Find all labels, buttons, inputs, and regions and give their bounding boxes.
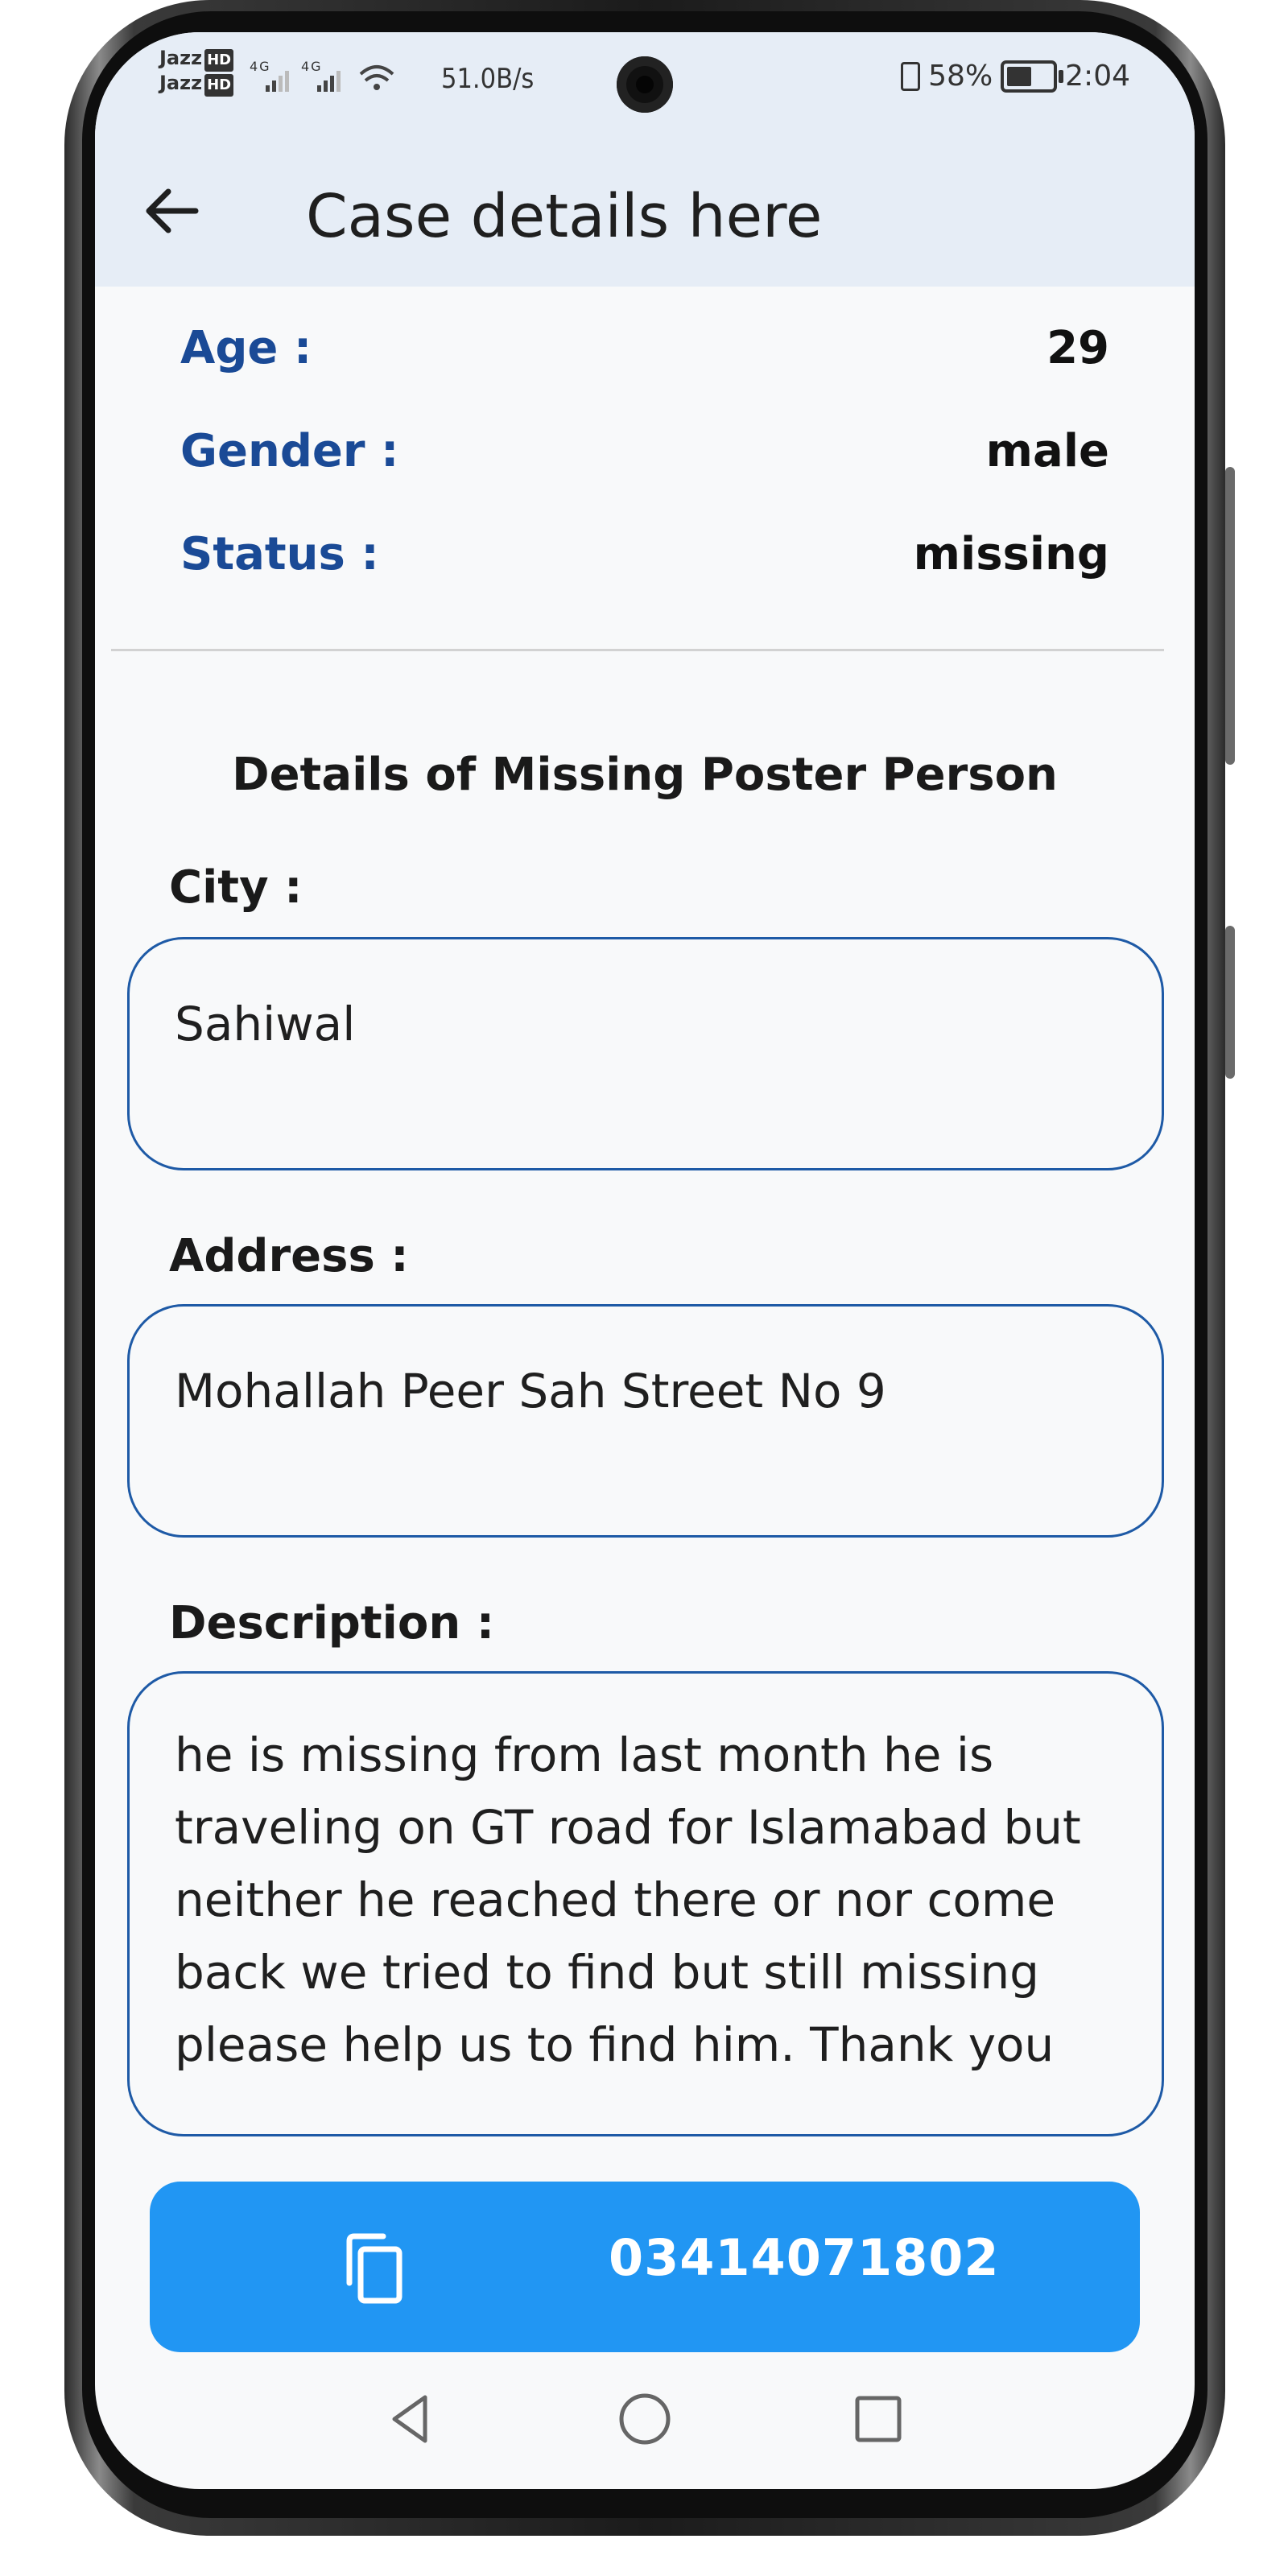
city-field[interactable]: Sahiwal bbox=[127, 937, 1164, 1170]
gender-row: Gender : male bbox=[180, 419, 1109, 483]
age-value: 29 bbox=[1046, 321, 1109, 374]
hd-badge: HD bbox=[204, 74, 234, 97]
section-title: Details of Missing Poster Person bbox=[232, 749, 1058, 801]
description-label: Description : bbox=[169, 1597, 495, 1649]
age-row: Age : 29 bbox=[180, 316, 1109, 380]
description-field[interactable]: he is missing from last month he is trav… bbox=[127, 1671, 1164, 2136]
back-button[interactable] bbox=[138, 179, 203, 243]
front-camera bbox=[617, 56, 673, 113]
power-button bbox=[1225, 926, 1235, 1079]
city-label: City : bbox=[169, 861, 303, 914]
status-label: Status : bbox=[180, 527, 379, 580]
signal-icons: 4G 4G bbox=[248, 56, 425, 103]
address-field[interactable]: Mohallah Peer Sah Street No 9 bbox=[127, 1304, 1164, 1538]
net-speed: 51.0B/s bbox=[441, 63, 535, 95]
vibrate-icon bbox=[901, 61, 921, 91]
nav-home-icon[interactable] bbox=[617, 2391, 673, 2447]
divider bbox=[111, 649, 1164, 651]
hd-badge: HD bbox=[204, 49, 234, 72]
volume-button bbox=[1225, 467, 1235, 765]
gender-label: Gender : bbox=[180, 424, 399, 477]
phone-number: 03414071802 bbox=[609, 2228, 1000, 2287]
signal-strength-icon: 4G 4G bbox=[250, 59, 394, 92]
carrier-info: Jazz HD Jazz HD bbox=[159, 47, 234, 97]
address-label: Address : bbox=[169, 1230, 409, 1282]
contact-phone-button[interactable]: 03414071802 bbox=[150, 2182, 1140, 2352]
battery-icon bbox=[1001, 60, 1064, 93]
status-value: missing bbox=[913, 527, 1109, 580]
status-row: Status : missing bbox=[180, 522, 1109, 586]
status-right: 58% 2:04 bbox=[901, 60, 1130, 93]
screen: Jazz HD Jazz HD 4G 4G 51.0B/s 58% 2:04 C… bbox=[95, 32, 1195, 2489]
arrow-left-icon bbox=[146, 188, 199, 233]
carrier-2: Jazz HD bbox=[159, 72, 234, 97]
nav-recents-icon[interactable] bbox=[850, 2391, 906, 2447]
page-title: Case details here bbox=[306, 182, 823, 251]
age-label: Age : bbox=[180, 321, 312, 374]
carrier-1: Jazz HD bbox=[159, 47, 234, 72]
copy-icon bbox=[346, 2233, 402, 2304]
network-type-label: 4G bbox=[301, 59, 323, 74]
system-nav-bar bbox=[95, 2367, 1195, 2471]
network-type-label: 4G bbox=[250, 59, 271, 74]
battery-percent: 58% bbox=[928, 60, 993, 93]
app-bar: Jazz HD Jazz HD 4G 4G 51.0B/s 58% 2:04 C… bbox=[95, 32, 1195, 287]
nav-back-icon[interactable] bbox=[383, 2391, 440, 2447]
gender-value: male bbox=[985, 424, 1109, 477]
clock: 2:04 bbox=[1065, 60, 1130, 93]
